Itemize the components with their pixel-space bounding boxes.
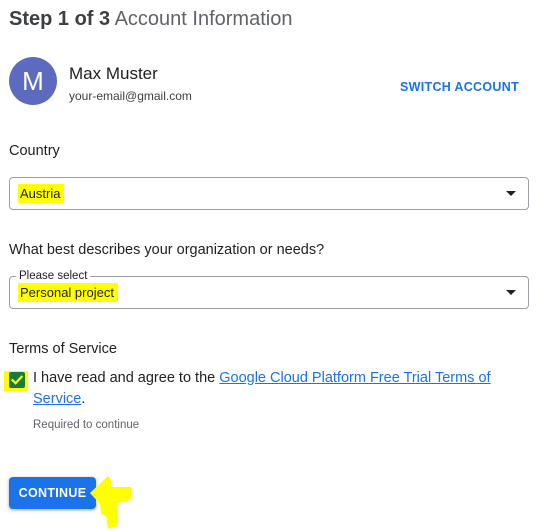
terms-text-before: I have read and agree to the	[33, 370, 220, 386]
organization-label: What best describes your organization or…	[9, 242, 325, 258]
continue-button[interactable]: CONTINUE	[9, 477, 96, 509]
switch-account-button[interactable]: SWITCH ACCOUNT	[392, 77, 527, 97]
step-count: Step 1 of 3	[9, 8, 111, 30]
pointing-hand-icon	[90, 476, 131, 529]
country-select[interactable]: Austria	[9, 177, 529, 210]
page-title: Step 1 of 3 Account Information	[9, 6, 292, 32]
chevron-down-icon	[506, 191, 516, 196]
terms-text-after: .	[81, 391, 86, 407]
account-email: your-email@gmail.com	[69, 89, 192, 103]
organization-select[interactable]: Please select Personal project	[9, 269, 529, 309]
terms-helper-text: Required to continue	[33, 419, 140, 431]
organization-select-floating-label: Please select	[16, 269, 91, 283]
country-select-value: Austria	[18, 184, 65, 203]
terms-label: Terms of Service	[9, 341, 117, 357]
country-label: Country	[9, 143, 60, 159]
avatar: M	[9, 57, 57, 105]
chevron-down-icon	[506, 290, 516, 295]
checkmark-icon	[10, 375, 24, 385]
account-name: Max Muster	[69, 64, 158, 83]
terms-agreement-text: I have read and agree to the Google Clou…	[33, 368, 513, 410]
terms-checkbox[interactable]	[9, 372, 25, 388]
step-title: Account Information	[114, 8, 293, 30]
organization-select-value: Personal project	[18, 283, 118, 302]
